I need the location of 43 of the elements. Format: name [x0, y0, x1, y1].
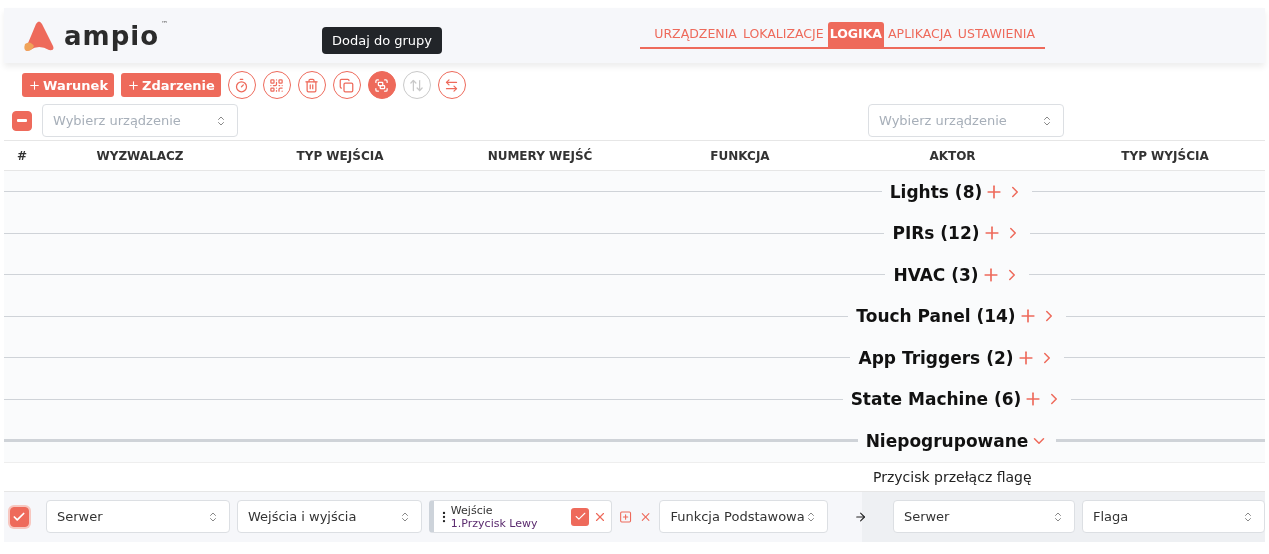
group-title[interactable]: App Triggers (2) — [858, 347, 1014, 368]
select-all-checkbox[interactable] — [12, 110, 32, 131]
group-title[interactable]: State Machine (6) — [850, 389, 1022, 410]
input-label: Wejście — [450, 503, 494, 517]
function-select[interactable]: Funkcja Podstawowa — [659, 500, 828, 533]
logo-icon — [22, 19, 56, 52]
group-title[interactable]: Niepogrupowane — [865, 430, 1029, 451]
stopwatch-icon[interactable] — [227, 71, 256, 99]
trigger-select[interactable]: Serwer — [45, 500, 230, 533]
group-title[interactable]: Lights (8) — [889, 181, 983, 202]
add-input-icon[interactable] — [619, 509, 633, 524]
column-header: FUNKCJA — [709, 148, 771, 163]
trash-icon[interactable] — [297, 71, 326, 99]
qr-code-icon[interactable] — [262, 71, 291, 99]
dropdown-icon — [1242, 510, 1254, 523]
group-icon[interactable] — [367, 71, 396, 99]
column-header: NUMERY WEJŚĆ — [486, 148, 594, 163]
logo-text: ampio — [64, 20, 160, 51]
tooltip: Dodaj do grupy — [322, 27, 443, 54]
group-title[interactable]: HVAC (3) — [893, 264, 979, 285]
input-type-select[interactable]: Wejścia i wyjścia — [236, 500, 422, 533]
dropdown-icon — [1041, 114, 1053, 127]
column-header: # — [15, 148, 29, 163]
plus-icon — [28, 78, 41, 92]
group-title[interactable]: Touch Panel (14) — [856, 306, 1016, 327]
plus-icon — [127, 78, 141, 92]
column-header: WYZWALACZ — [95, 148, 185, 163]
output-type-select[interactable]: Flaga — [1081, 500, 1265, 533]
column-header: TYP WEJŚCIA — [295, 148, 385, 163]
copy-icon[interactable] — [332, 71, 361, 99]
rule-title: Przycisk przełącz flagę — [872, 468, 1033, 485]
arrow-right-icon — [853, 509, 867, 524]
confirm-icon[interactable] — [571, 507, 590, 526]
column-header: TYP WYJŚCIA — [1120, 148, 1210, 163]
input-chip[interactable]: Wejście 1.Przycisk Lewy — [428, 500, 613, 533]
actor-select[interactable]: Serwer — [892, 500, 1075, 533]
minus-icon — [17, 119, 27, 122]
swap-icon[interactable] — [437, 71, 466, 99]
input-value: 1.Przycisk Lewy — [450, 516, 539, 530]
rule-checkbox[interactable] — [10, 506, 29, 527]
column-header: AKTOR — [928, 148, 977, 163]
dropdown-icon — [215, 114, 227, 127]
group-title[interactable]: PIRs (12) — [892, 223, 980, 244]
